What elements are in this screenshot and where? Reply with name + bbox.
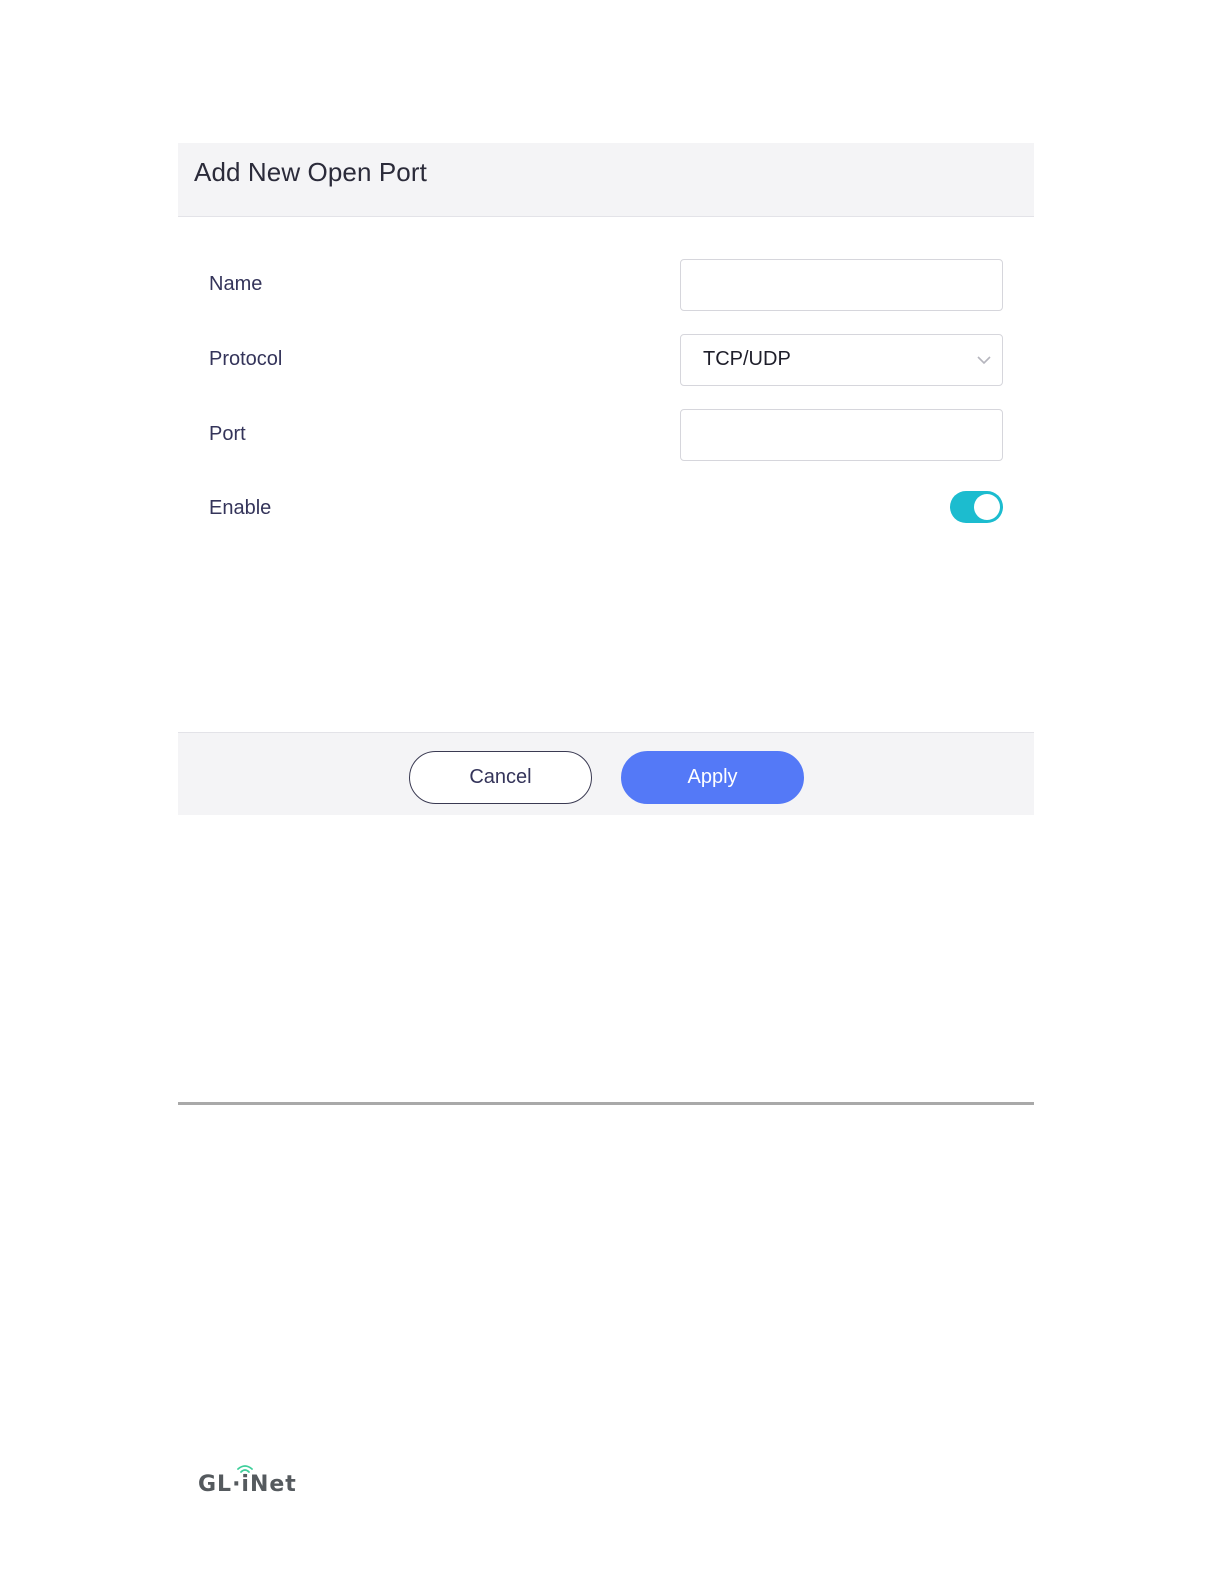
logo-text: GL·iNet — [198, 1472, 297, 1497]
enable-label: Enable — [209, 497, 272, 519]
enable-toggle[interactable] — [950, 491, 1003, 523]
chevron-down-icon — [977, 356, 991, 365]
protocol-selected-value: TCP/UDP — [703, 348, 791, 370]
dialog-footer: Cancel Apply — [178, 732, 1034, 815]
name-input[interactable] — [680, 259, 1003, 311]
protocol-label: Protocol — [209, 348, 283, 370]
page: Add New Open Port Name Protocol TCP/UDP … — [0, 0, 1224, 1584]
dialog-header: Add New Open Port — [178, 143, 1034, 217]
form-row-protocol: Protocol TCP/UDP — [178, 334, 1034, 386]
form-row-name: Name — [178, 259, 1034, 311]
dialog-title: Add New Open Port — [194, 157, 427, 187]
protocol-select[interactable]: TCP/UDP — [680, 334, 1003, 386]
cancel-button[interactable]: Cancel — [409, 751, 592, 804]
port-label: Port — [209, 423, 246, 445]
toggle-knob — [974, 494, 1000, 520]
name-label: Name — [209, 273, 263, 295]
form-row-port: Port — [178, 409, 1034, 461]
page-divider — [178, 1102, 1034, 1105]
add-open-port-dialog: Add New Open Port Name Protocol TCP/UDP … — [178, 143, 1034, 815]
apply-button[interactable]: Apply — [621, 751, 804, 804]
form-row-enable: Enable — [178, 483, 1034, 535]
port-input[interactable] — [680, 409, 1003, 461]
